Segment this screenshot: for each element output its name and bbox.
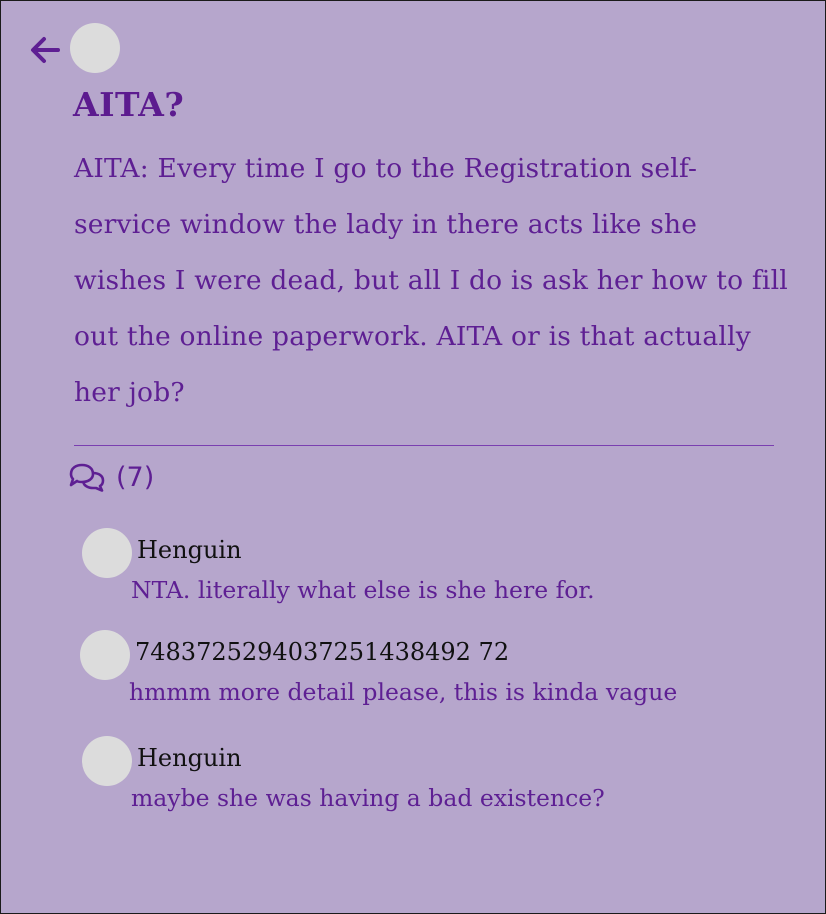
- post-author-avatar[interactable]: [70, 23, 120, 73]
- comment-text: hmmm more detail please, this is kinda v…: [129, 678, 678, 706]
- post-title: AITA?: [73, 85, 185, 124]
- comment-avatar[interactable]: [82, 528, 132, 578]
- comment-avatar[interactable]: [80, 630, 130, 680]
- comment-author[interactable]: 7483725294037251438492 72: [135, 638, 509, 666]
- post-body: AITA: Every time I go to the Registratio…: [74, 153, 788, 408]
- comment-count-label: (7): [116, 461, 155, 493]
- comment-avatar[interactable]: [82, 736, 132, 786]
- arrow-left-icon: [31, 37, 60, 63]
- comment-author[interactable]: Henguin: [137, 744, 242, 772]
- comment-author[interactable]: Henguin: [137, 536, 242, 564]
- divider: [74, 445, 774, 446]
- post-detail-screen: AITA? AITA: Every time I go to the Regis…: [0, 0, 826, 914]
- speech-bubbles-icon: [69, 463, 105, 492]
- comments-count-button[interactable]: (7): [68, 459, 154, 495]
- comment-text: maybe she was having a bad existence?: [131, 784, 605, 812]
- comment-text: NTA. literally what else is she here for…: [131, 576, 595, 604]
- back-button[interactable]: [27, 32, 63, 68]
